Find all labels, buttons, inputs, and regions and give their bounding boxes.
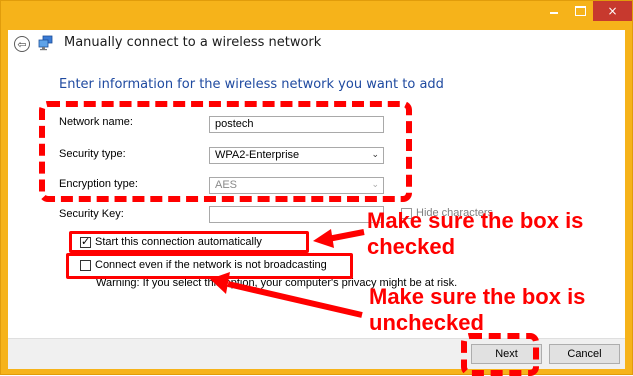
network-icon bbox=[38, 35, 53, 51]
close-button[interactable]: × bbox=[593, 1, 632, 21]
minimize-button[interactable] bbox=[541, 1, 567, 21]
back-button[interactable]: ⇦ bbox=[14, 36, 30, 52]
annotation-unchecked-note: Make sure the box is unchecked bbox=[369, 284, 585, 336]
annotation-checked-text: Make sure the box is checked bbox=[367, 208, 584, 259]
form-instruction: Enter information for the wireless netwo… bbox=[59, 77, 444, 92]
security-key-label: Security Key: bbox=[59, 208, 124, 220]
fields-highlight-box bbox=[39, 101, 412, 202]
start-checkbox-highlight-box bbox=[69, 231, 309, 253]
connect-checkbox-highlight-box bbox=[66, 253, 353, 279]
next-highlight-box bbox=[461, 333, 539, 376]
maximize-button[interactable] bbox=[567, 1, 593, 21]
cancel-button[interactable]: Cancel bbox=[549, 344, 620, 364]
back-arrow-icon: ⇦ bbox=[17, 37, 27, 51]
annotation-unchecked-text: Make sure the box is unchecked bbox=[369, 284, 586, 335]
maximize-icon bbox=[574, 6, 586, 16]
security-key-input[interactable] bbox=[209, 206, 384, 223]
minimize-icon bbox=[550, 12, 558, 14]
close-icon: × bbox=[607, 4, 618, 18]
dialog-title: Manually connect to a wireless network bbox=[64, 35, 322, 50]
annotation-checked-note: Make sure the box is checked bbox=[367, 208, 583, 260]
title-bar[interactable]: × bbox=[1, 1, 632, 31]
